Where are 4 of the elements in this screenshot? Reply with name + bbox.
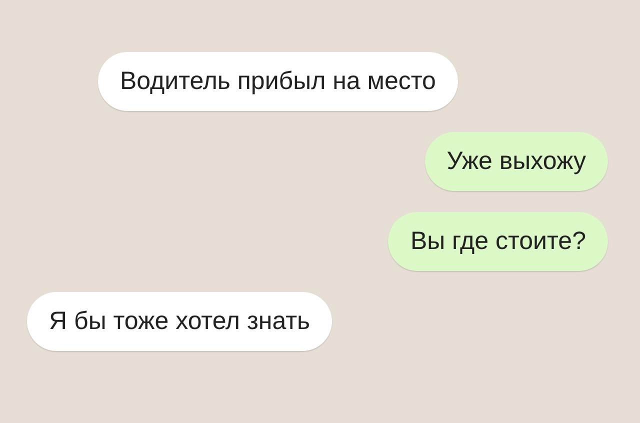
message-bubble: Вы где стоите? [388, 212, 608, 271]
message-bubble: Уже выхожу [424, 132, 608, 191]
message-bubble: Водитель прибыл на место [98, 52, 458, 111]
message-bubble: Я бы тоже хотел знать [27, 292, 332, 351]
